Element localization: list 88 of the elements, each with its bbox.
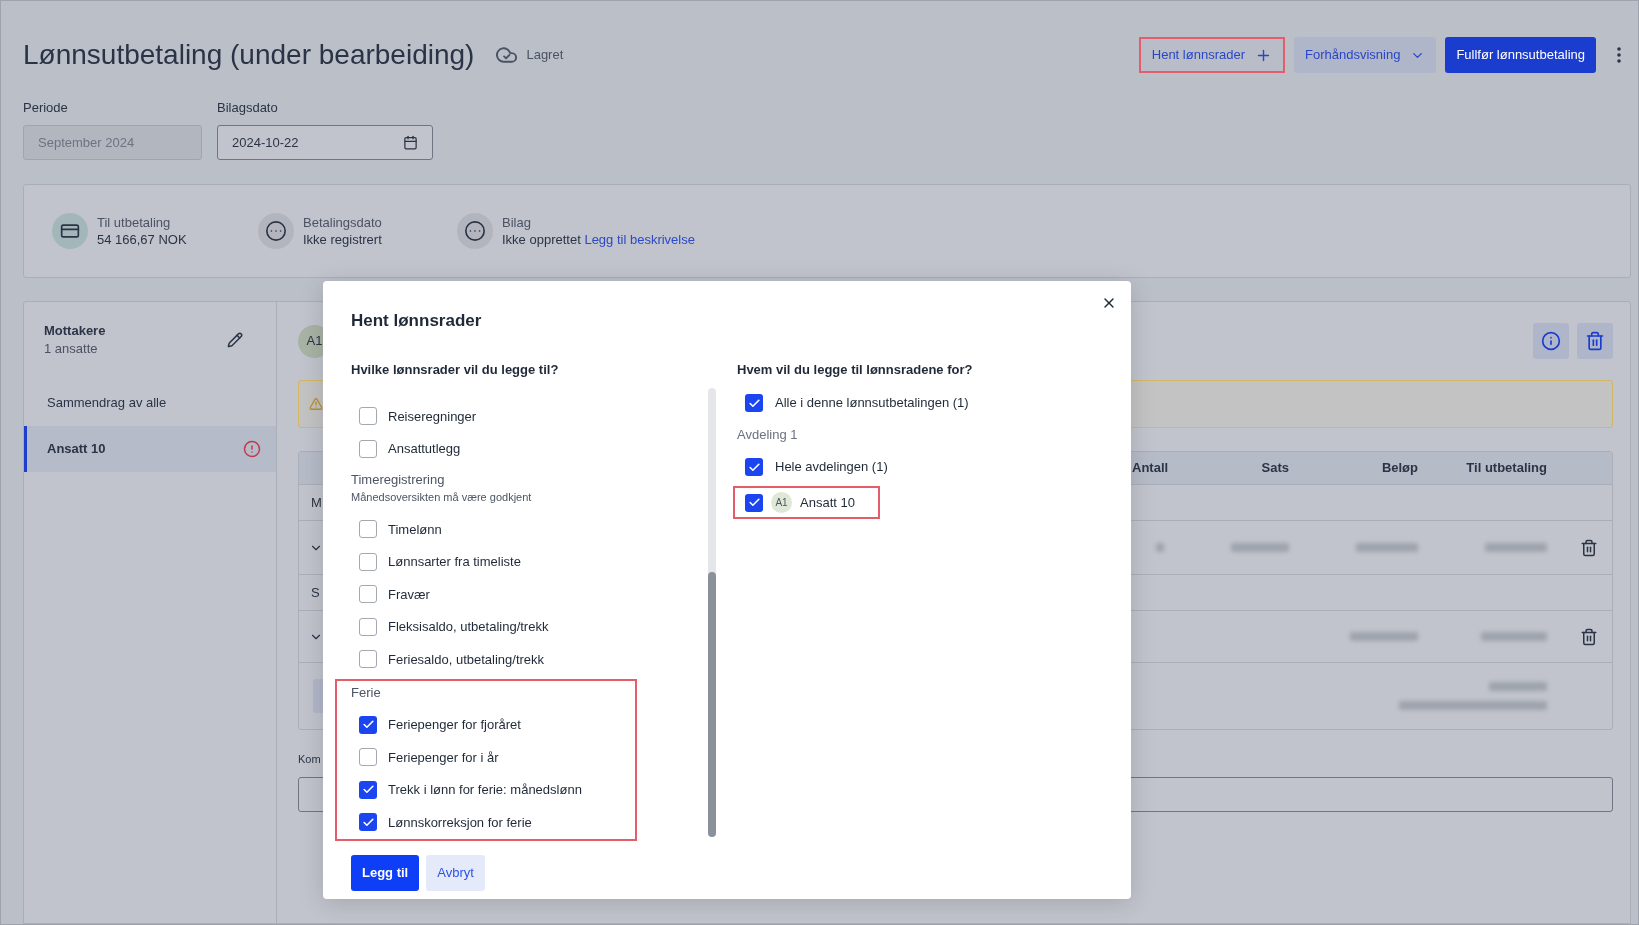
pencil-icon[interactable] (227, 332, 243, 348)
summary-label: Til utbetaling (97, 214, 171, 231)
option-label: Feriepenger for i år (388, 748, 499, 767)
checkbox[interactable] (359, 650, 377, 669)
trash-icon (1585, 331, 1605, 351)
check-icon (747, 460, 761, 474)
field-label: Periode (23, 100, 68, 116)
checkbox[interactable] (359, 585, 377, 604)
recipients-count: 1 ansatte (44, 341, 98, 357)
option-label: Lønnsarter fra timeliste (388, 553, 521, 571)
info-icon (1541, 331, 1561, 351)
checkbox[interactable] (359, 617, 377, 636)
finish-payroll-button[interactable]: Fullfør lønnsutbetaling (1445, 37, 1596, 73)
checkbox[interactable] (745, 458, 763, 476)
option-label: Reiseregninger (388, 407, 477, 426)
group-title: Ferie (351, 683, 381, 702)
comment-label: Kom (298, 752, 321, 766)
option-label: Timelønn (388, 520, 442, 539)
option-label: Trekk i lønn for ferie: månedslønn (388, 781, 582, 799)
credit-card-icon (52, 213, 88, 249)
trash-icon[interactable] (1580, 538, 1598, 557)
cancel-button[interactable]: Avbryt (426, 855, 485, 891)
calendar-icon[interactable] (403, 135, 418, 150)
column-header: Sats (1261, 460, 1289, 476)
column-header: Antall (1132, 460, 1169, 476)
sidebar-item[interactable]: Sammendrag av alle (24, 380, 276, 426)
checkbox[interactable] (745, 394, 763, 412)
checkbox[interactable] (359, 780, 377, 799)
checkbox[interactable] (359, 552, 377, 571)
checkbox[interactable] (359, 407, 377, 426)
save-status: Lagret (526, 46, 564, 65)
blurred-value (1156, 543, 1164, 552)
avatar: A1 (771, 492, 792, 513)
option-label: Ansatt 10 (800, 493, 855, 512)
checkbox[interactable] (745, 493, 763, 512)
blurred-value (1356, 543, 1418, 552)
column-header: Beløp (1381, 460, 1418, 476)
field-label: Bilagsdato (217, 100, 278, 116)
option-label: Ansattutlegg (388, 440, 461, 458)
group-title: Timeregistrering (351, 471, 445, 489)
info-button[interactable] (1533, 323, 1569, 359)
blurred-value (1350, 632, 1418, 641)
check-icon (747, 396, 761, 410)
more-options-icon[interactable] (1617, 47, 1621, 63)
recipients-title: Mottakere (44, 323, 106, 339)
option-label: Fleksisaldo, utbetaling/trekk (388, 618, 549, 636)
summary-value: 54 166,67 NOK (97, 231, 187, 248)
summary-value: Ikke registrert (303, 231, 382, 248)
blurred-value (1481, 632, 1547, 641)
warning-icon (309, 397, 323, 411)
section-heading: Hvem vil du legge til lønnsradene for? (737, 362, 973, 378)
checkbox[interactable] (359, 813, 377, 832)
option-label: Hele avdelingen (1) (775, 458, 888, 477)
checkbox[interactable] (359, 715, 377, 734)
checkbox[interactable] (359, 748, 377, 767)
row-label: M (311, 493, 322, 512)
add-button[interactable]: Legg til (351, 855, 420, 891)
column-header: Til utbetaling (1466, 460, 1547, 476)
blurred-value (1489, 682, 1547, 691)
option-label: Fravær (388, 585, 430, 604)
add-description-link[interactable]: Legg til beskrivelse (584, 232, 695, 247)
section-label: Avdeling 1 (737, 426, 798, 445)
row-label: S (311, 583, 320, 602)
date-field[interactable]: 2024-10-22 (217, 125, 433, 160)
option-label: Alle i denne lønnsutbetalingen (1) (775, 394, 969, 413)
scrollbar-track[interactable] (708, 388, 716, 837)
option-label: Feriepenger for fjoråret (388, 716, 521, 734)
trash-icon[interactable] (1580, 627, 1598, 646)
option-label: Feriesaldo, utbetaling/trekk (388, 650, 545, 669)
checkbox[interactable] (359, 439, 377, 458)
dialog-title: Hent lønnsrader (351, 310, 482, 332)
blurred-value (1231, 543, 1289, 552)
preview-dropdown-button[interactable]: Forhåndsvisning (1294, 37, 1437, 73)
check-icon (747, 496, 761, 509)
delete-button[interactable] (1577, 323, 1613, 359)
page-title: Lønnsutbetaling (under bearbeiding) (23, 38, 475, 72)
check-icon (361, 815, 375, 829)
option-label: Lønnskorreksjon for ferie (388, 813, 532, 832)
checkbox[interactable] (359, 520, 377, 539)
blurred-value (1485, 543, 1547, 552)
group-note: Månedsoversikten må være godkjent (351, 490, 532, 504)
summary-label: Betalingsdato (303, 214, 382, 231)
scrollbar-thumb[interactable] (708, 572, 716, 837)
summary-label: Bilag (502, 214, 531, 231)
cloud-check-icon (496, 47, 519, 63)
section-heading: Hvilke lønnsrader vil du legge til? (351, 362, 559, 378)
summary-value: Ikke opprettet Legg til beskrivelse (502, 231, 695, 248)
sidebar-item[interactable]: Ansatt 10 (24, 426, 276, 472)
